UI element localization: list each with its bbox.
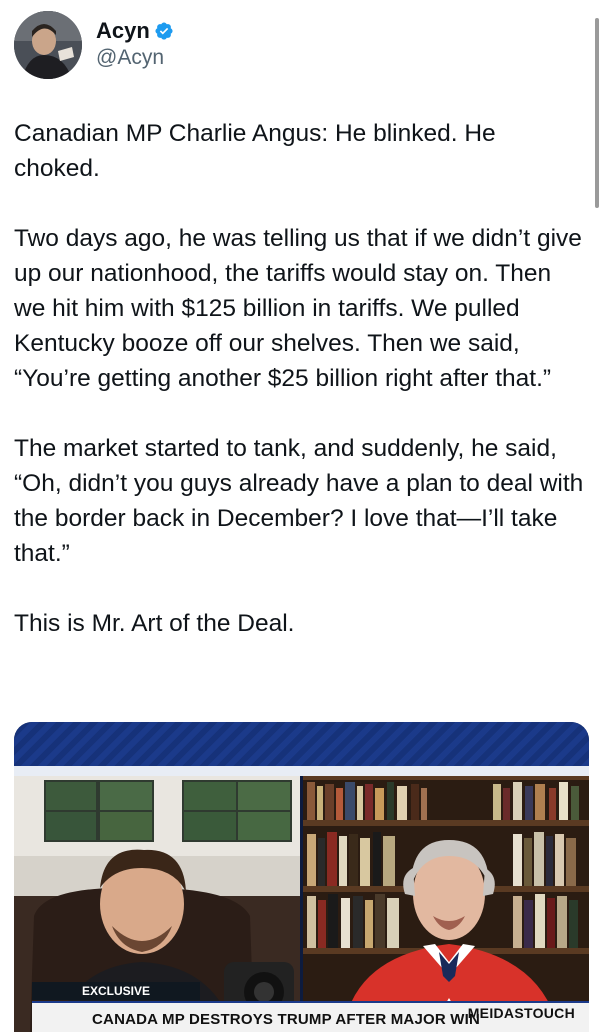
video-headline: CANADA MP DESTROYS TRUMP AFTER MAJOR WIN: [92, 1011, 481, 1028]
brand-logo-text: MEIDASTOUCH: [467, 1005, 575, 1021]
exclusive-badge: EXCLUSIVE: [32, 982, 200, 1000]
media-banner-divider: [14, 766, 589, 776]
tweet-text: Canadian MP Charlie Angus: He blinked. H…: [14, 116, 588, 676]
lower-third-bar: CANADA MP DESTROYS TRUMP AFTER MAJOR WIN…: [32, 1001, 589, 1032]
video-media[interactable]: EXCLUSIVE CANADA MP DESTROYS TRUMP AFTER…: [14, 722, 589, 1032]
display-name-row: Acyn: [96, 18, 174, 44]
tweet-paragraph: The market started to tank, and suddenly…: [14, 435, 584, 567]
right-speaker-image: [303, 776, 589, 1032]
tweet-header: Acyn @Acyn: [14, 10, 174, 80]
avatar-image: [14, 11, 82, 79]
tweet-paragraph: Two days ago, he was telling us that if …: [14, 225, 582, 392]
video-panel-right: [303, 776, 589, 1032]
handle[interactable]: @Acyn: [96, 44, 174, 72]
scrollbar[interactable]: [595, 18, 599, 208]
verified-badge-icon: [155, 22, 173, 40]
author-names: Acyn @Acyn: [96, 18, 174, 72]
display-name[interactable]: Acyn: [96, 18, 150, 44]
avatar[interactable]: [14, 11, 82, 79]
tweet-paragraph: This is Mr. Art of the Deal.: [14, 610, 295, 637]
tweet-paragraph: Canadian MP Charlie Angus: He blinked. H…: [14, 120, 496, 182]
